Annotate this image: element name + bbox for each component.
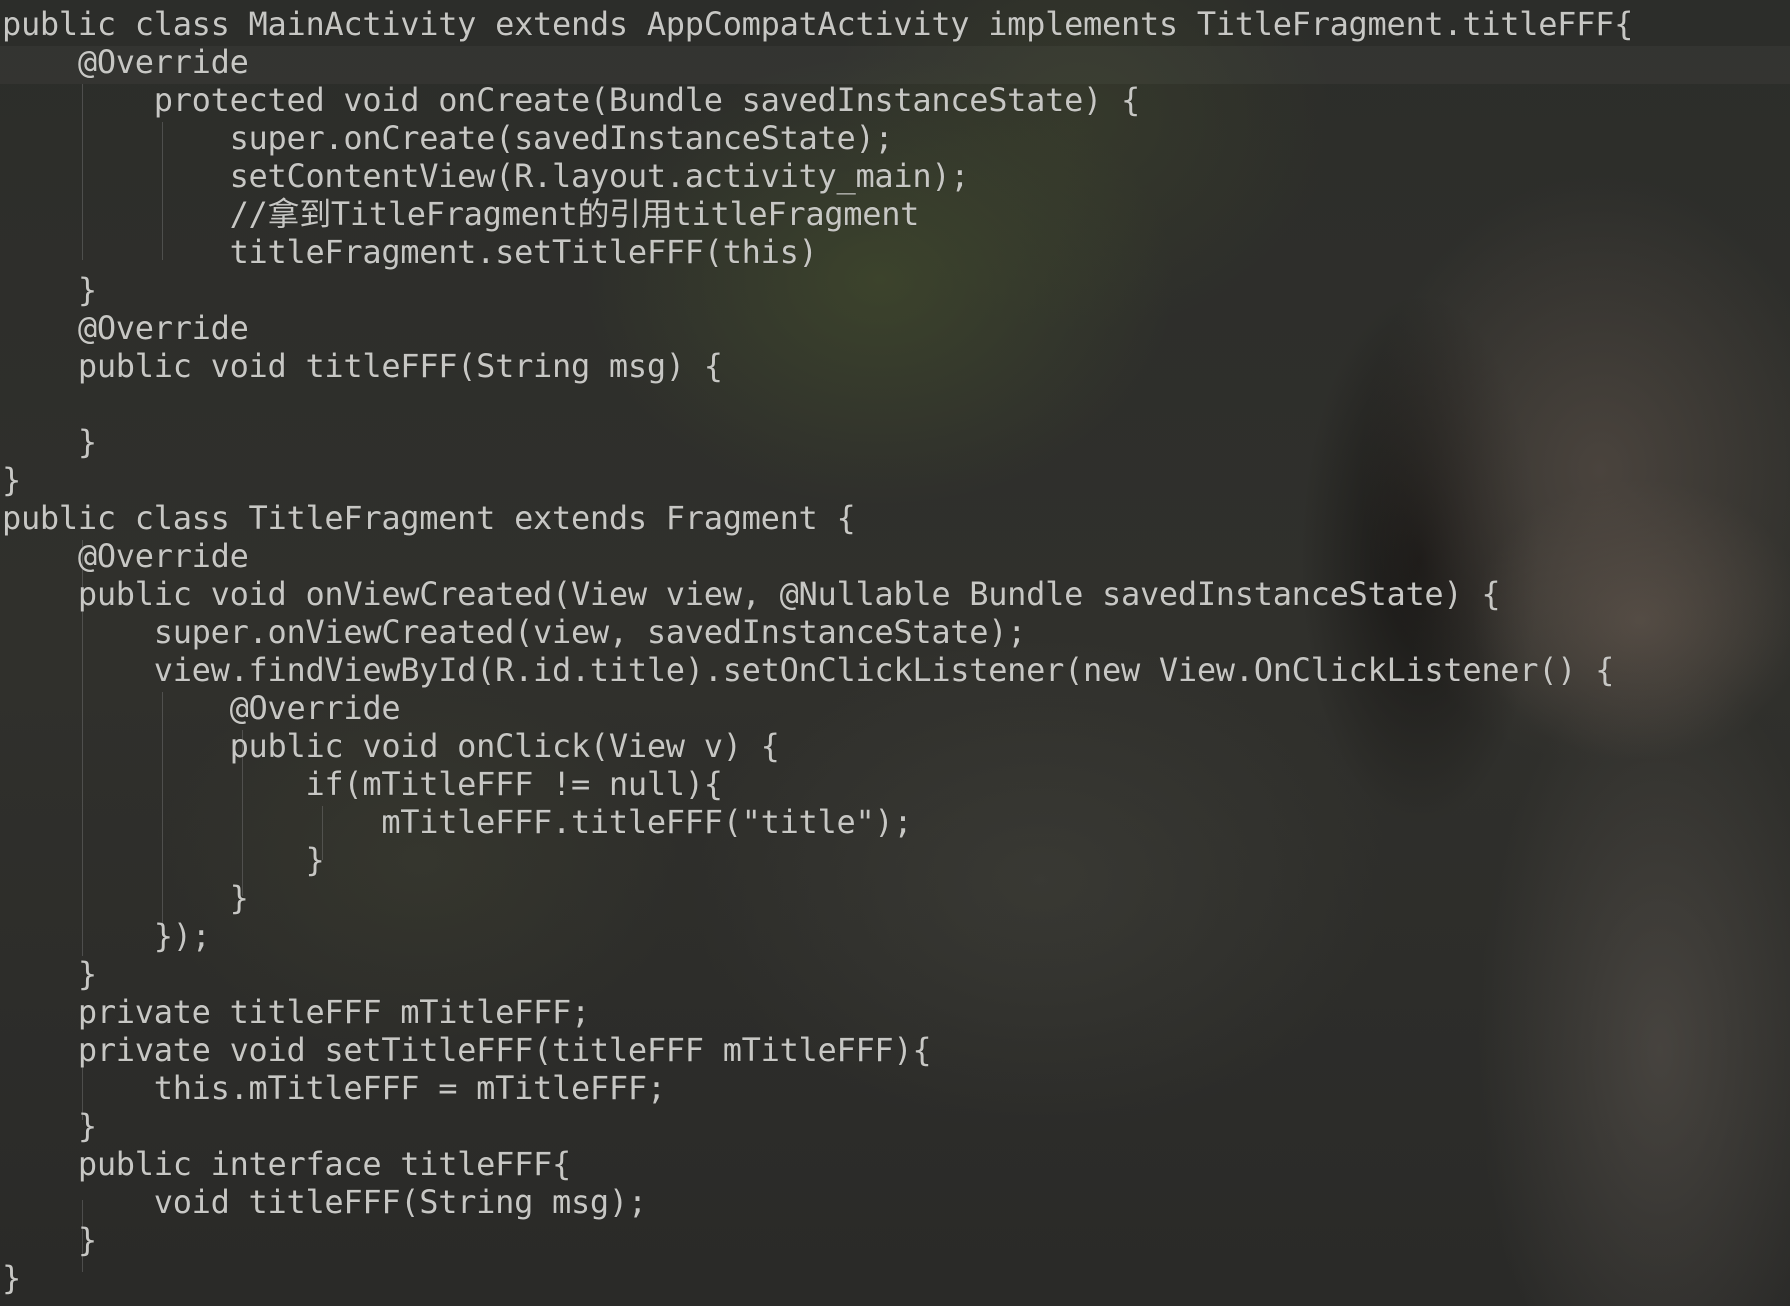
code-line[interactable]: } xyxy=(2,271,1633,309)
code-line[interactable]: public class TitleFragment extends Fragm… xyxy=(2,499,1633,537)
code-line[interactable]: titleFragment.setTitleFFF(this) xyxy=(2,233,1633,271)
code-line[interactable]: mTitleFFF.titleFFF("title"); xyxy=(2,803,1633,841)
code-line[interactable]: private titleFFF mTitleFFF; xyxy=(2,993,1633,1031)
code-line[interactable]: } xyxy=(2,1107,1633,1145)
code-line[interactable]: this.mTitleFFF = mTitleFFF; xyxy=(2,1069,1633,1107)
code-line[interactable]: @Override xyxy=(2,309,1633,347)
code-line[interactable]: void titleFFF(String msg); xyxy=(2,1183,1633,1221)
code-line[interactable]: setContentView(R.layout.activity_main); xyxy=(2,157,1633,195)
code-line[interactable]: @Override xyxy=(2,43,1633,81)
code-line[interactable]: protected void onCreate(Bundle savedInst… xyxy=(2,81,1633,119)
code-line[interactable]: public interface titleFFF{ xyxy=(2,1145,1633,1183)
code-line[interactable]: } xyxy=(2,955,1633,993)
code-line[interactable]: //拿到TitleFragment的引用titleFragment xyxy=(2,195,1633,233)
code-line[interactable]: @Override xyxy=(2,537,1633,575)
code-line[interactable]: } xyxy=(2,1221,1633,1259)
code-line[interactable]: public void onClick(View v) { xyxy=(2,727,1633,765)
code-line[interactable]: super.onCreate(savedInstanceState); xyxy=(2,119,1633,157)
code-lines[interactable]: public class MainActivity extends AppCom… xyxy=(2,5,1633,1297)
code-line[interactable]: } xyxy=(2,461,1633,499)
code-line[interactable]: } xyxy=(2,1259,1633,1297)
code-editor[interactable]: public class MainActivity extends AppCom… xyxy=(0,0,1790,1306)
code-line[interactable]: }); xyxy=(2,917,1633,955)
code-line[interactable]: public void onViewCreated(View view, @Nu… xyxy=(2,575,1633,613)
code-line[interactable]: } xyxy=(2,841,1633,879)
code-line[interactable]: private void setTitleFFF(titleFFF mTitle… xyxy=(2,1031,1633,1069)
code-line[interactable]: public class MainActivity extends AppCom… xyxy=(2,5,1633,43)
code-line[interactable]: } xyxy=(2,879,1633,917)
code-line[interactable]: if(mTitleFFF != null){ xyxy=(2,765,1633,803)
code-line[interactable]: @Override xyxy=(2,689,1633,727)
code-line[interactable] xyxy=(2,385,1633,423)
code-line[interactable]: } xyxy=(2,423,1633,461)
code-line[interactable]: view.findViewById(R.id.title).setOnClick… xyxy=(2,651,1633,689)
code-line[interactable]: super.onViewCreated(view, savedInstanceS… xyxy=(2,613,1633,651)
code-line[interactable]: public void titleFFF(String msg) { xyxy=(2,347,1633,385)
